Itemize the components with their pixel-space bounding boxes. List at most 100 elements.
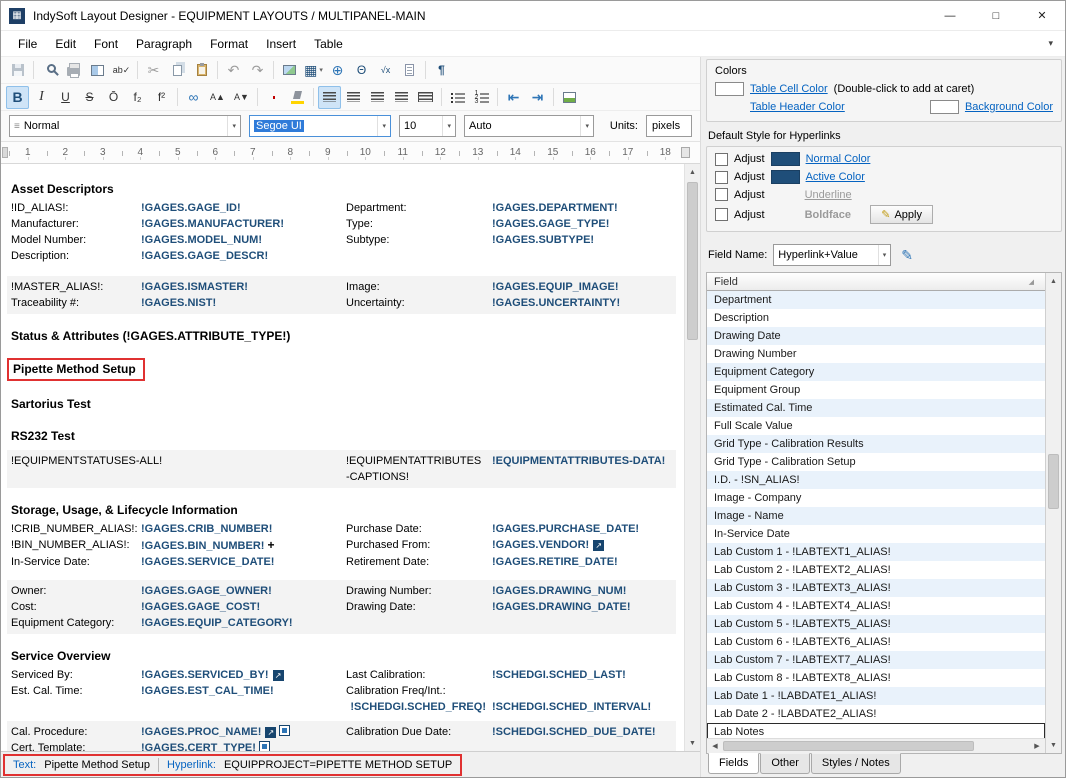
field-list-item[interactable]: Description bbox=[707, 309, 1045, 327]
minimize-button[interactable]: — bbox=[927, 1, 973, 30]
scroll-thumb[interactable] bbox=[687, 182, 698, 340]
field-list-item[interactable]: Equipment Category bbox=[707, 363, 1045, 381]
field-token[interactable]: !EQUIPMENTSTATUSES-ALL! bbox=[11, 453, 346, 469]
field-list-item[interactable]: Image - Name bbox=[707, 507, 1045, 525]
field-name-combobox[interactable]: Hyperlink+Value ▾ bbox=[773, 244, 891, 266]
field-token[interactable]: !GAGES.EQUIP_IMAGE! bbox=[492, 279, 676, 295]
adjust-boldface-checkbox[interactable] bbox=[715, 208, 728, 221]
panel-tab[interactable]: Other bbox=[760, 753, 810, 774]
field-token[interactable]: !GAGES.RETIRE_DATE! bbox=[492, 554, 676, 570]
underline-button[interactable]: U bbox=[54, 86, 77, 109]
font-family-combobox[interactable]: Segoe UI ▾ bbox=[249, 115, 391, 137]
scroll-down-arrow-icon[interactable]: ▼ bbox=[685, 735, 700, 751]
attribute-link-pipette[interactable]: Pipette Method Setup bbox=[13, 362, 136, 376]
field-token[interactable]: !SCHEDGI.SCHED_LAST! bbox=[492, 667, 676, 683]
maximize-button[interactable]: □ bbox=[973, 1, 1019, 30]
field-list-item[interactable]: Estimated Cal. Time bbox=[707, 399, 1045, 417]
insert-symbol-button[interactable]: Θ bbox=[350, 59, 373, 82]
field-list-item[interactable]: Equipment Group bbox=[707, 381, 1045, 399]
scroll-track[interactable] bbox=[723, 739, 1029, 753]
edit-pencil-icon[interactable]: ✎ bbox=[901, 247, 913, 264]
print-preview-button[interactable] bbox=[38, 59, 61, 82]
paste-button[interactable] bbox=[190, 59, 213, 82]
justify-button[interactable] bbox=[390, 86, 413, 109]
field-list-item[interactable]: Lab Date 2 - !LABDATE2_ALIAS! bbox=[707, 705, 1045, 723]
attribute-link-rs232[interactable]: RS232 Test bbox=[11, 429, 676, 443]
ruler-right-margin-marker[interactable] bbox=[681, 147, 690, 158]
field-token[interactable]: !GAGES.GAGE_TYPE! bbox=[492, 216, 676, 232]
grow-font-button[interactable]: A▲ bbox=[206, 86, 229, 109]
field-token[interactable]: !GAGES.GAGE_COST! bbox=[141, 599, 346, 615]
apply-button[interactable]: ✎ Apply bbox=[870, 205, 933, 224]
field-list-item[interactable]: Full Scale Value bbox=[707, 417, 1045, 435]
field-list-item[interactable]: Drawing Number bbox=[707, 345, 1045, 363]
bold-button[interactable]: B bbox=[6, 86, 29, 109]
field-token[interactable]: !GAGES.PROC_NAME! bbox=[141, 726, 261, 738]
field-token[interactable]: !GAGES.UNCERTAINTY! bbox=[492, 295, 676, 311]
field-token[interactable]: !GAGES.MANUFACTURER! bbox=[141, 216, 346, 232]
cut-button[interactable]: ✂ bbox=[142, 59, 165, 82]
shading-button[interactable] bbox=[558, 86, 581, 109]
field-token[interactable]: !EQUIPMENTATTRIBUTES-CAPTIONS! bbox=[346, 453, 492, 485]
scroll-thumb[interactable] bbox=[723, 741, 974, 751]
background-color-link[interactable]: Background Color bbox=[965, 101, 1053, 113]
document-canvas[interactable]: Asset Descriptors !ID_ALIAS!:!GAGES.GAGE… bbox=[1, 164, 684, 751]
field-token[interactable]: !SCHEDGI.SCHED_INTERVAL! bbox=[492, 699, 676, 715]
menu-item[interactable]: Paragraph bbox=[127, 31, 201, 56]
ruler-left-margin-marker[interactable] bbox=[2, 147, 8, 158]
panel-tab[interactable]: Styles / Notes bbox=[811, 753, 901, 774]
field-list-item[interactable]: In-Service Date bbox=[707, 525, 1045, 543]
subscript-button[interactable]: f₂ bbox=[126, 86, 149, 109]
field-list-item[interactable]: Grid Type - Calibration Results bbox=[707, 435, 1045, 453]
overline-button[interactable]: Ō bbox=[102, 86, 125, 109]
align-left-button[interactable] bbox=[318, 86, 341, 109]
field-list-item[interactable]: Lab Notes bbox=[707, 723, 1045, 738]
font-size-combobox[interactable]: 10 ▾ bbox=[399, 115, 456, 137]
field-token[interactable]: !GAGES.DEPARTMENT! bbox=[492, 200, 676, 216]
table-cell-color-link[interactable]: Table Cell Color bbox=[750, 83, 828, 95]
field-token[interactable]: !SCHEDGI.SCHED_DUE_DATE! bbox=[492, 724, 676, 740]
chevron-down-icon[interactable]: ▾ bbox=[377, 116, 386, 136]
menu-item[interactable]: Font bbox=[85, 31, 127, 56]
menu-item[interactable]: Insert bbox=[257, 31, 305, 56]
field-token[interactable]: !GAGES.CERT_TYPE! bbox=[141, 742, 256, 751]
field-token[interactable]: !GAGES.GAGE_ID! bbox=[141, 200, 346, 216]
field-token[interactable]: !GAGES.SERVICE_DATE! bbox=[141, 554, 346, 570]
scroll-track[interactable] bbox=[1046, 289, 1061, 737]
insert-frame-button[interactable] bbox=[86, 59, 109, 82]
align-right-button[interactable] bbox=[366, 86, 389, 109]
menu-item[interactable]: File bbox=[9, 31, 46, 56]
field-list-vscrollbar[interactable]: ▲ ▼ bbox=[1045, 273, 1061, 753]
document-popup-icon[interactable] bbox=[279, 725, 290, 736]
normal-color-link[interactable]: Normal Color bbox=[806, 153, 871, 165]
background-color-swatch[interactable] bbox=[930, 100, 959, 114]
field-token[interactable]: !GAGES.GAGE_OWNER! bbox=[141, 583, 346, 599]
field-list-item[interactable]: Lab Custom 2 - !LABTEXT2_ALIAS! bbox=[707, 561, 1045, 579]
highlight-button[interactable] bbox=[286, 86, 309, 109]
panel-tab[interactable]: Fields bbox=[708, 753, 759, 774]
bullet-list-button[interactable] bbox=[446, 86, 469, 109]
field-token[interactable]: !GAGES.ISMASTER! bbox=[141, 279, 346, 295]
field-list-item[interactable]: Department bbox=[707, 291, 1045, 309]
document-popup-icon[interactable] bbox=[259, 741, 270, 751]
paragraph-style-combobox[interactable]: ≡ Normal ▾ bbox=[9, 115, 241, 137]
increase-indent-button[interactable]: ⇥ bbox=[526, 86, 549, 109]
table-cell-color-swatch[interactable] bbox=[715, 82, 744, 96]
menu-item[interactable]: Edit bbox=[46, 31, 85, 56]
field-list-item[interactable]: Lab Date 1 - !LABDATE1_ALIAS! bbox=[707, 687, 1045, 705]
superscript-button[interactable]: f² bbox=[150, 86, 173, 109]
font-color-button[interactable] bbox=[262, 86, 285, 109]
field-list-item[interactable]: Lab Custom 3 - !LABTEXT3_ALIAS! bbox=[707, 579, 1045, 597]
insert-object-button[interactable] bbox=[398, 59, 421, 82]
menu-item[interactable]: Table bbox=[305, 31, 352, 56]
font-color-combobox[interactable]: Auto ▾ bbox=[464, 115, 594, 137]
field-token[interactable]: !GAGES.SERVICED_BY! bbox=[141, 669, 269, 681]
field-list-item[interactable]: Lab Custom 4 - !LABTEXT4_ALIAS! bbox=[707, 597, 1045, 615]
toolbar-overflow-icon[interactable]: ▾ bbox=[1036, 38, 1065, 49]
adjust-underline-checkbox[interactable] bbox=[715, 188, 728, 201]
field-list-item[interactable]: Drawing Date bbox=[707, 327, 1045, 345]
external-link-icon[interactable]: ↗ bbox=[265, 727, 276, 738]
table-header-color-link[interactable]: Table Header Color bbox=[750, 101, 845, 113]
chevron-down-icon[interactable]: ▾ bbox=[227, 116, 236, 136]
field-list-item[interactable]: Image - Company bbox=[707, 489, 1045, 507]
